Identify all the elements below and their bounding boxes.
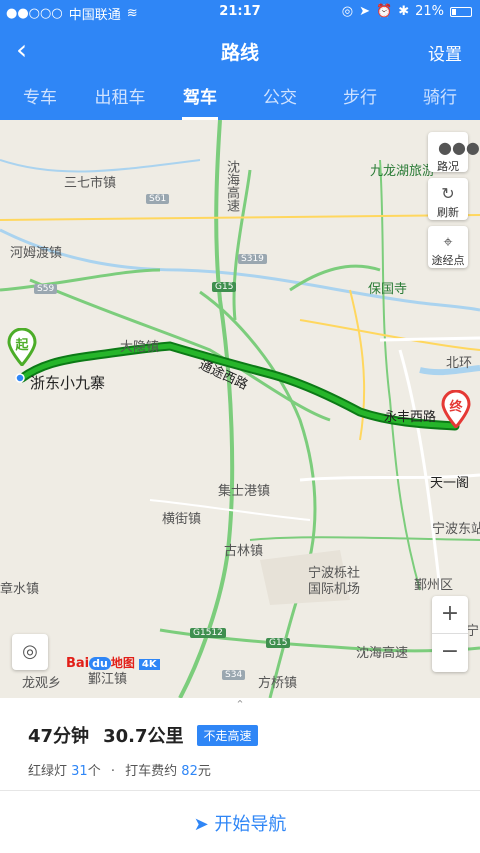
locate-button[interactable]: ◎ <box>12 634 48 670</box>
waypoint-button[interactable]: ⌖ 途经点 <box>428 226 468 268</box>
start-navigation-label: 开始导航 <box>214 814 287 835</box>
start-navigation-button[interactable]: ➤ 开始导航 <box>0 810 480 836</box>
transport-tabs: 专车 出租车 驾车 公交 步行 骑行 <box>0 78 480 120</box>
start-marker[interactable]: 起 <box>7 328 37 366</box>
battery-percent: 21% <box>415 4 444 19</box>
chevron-up-icon[interactable]: ⌃ <box>0 698 480 711</box>
end-marker[interactable]: 终 <box>441 390 471 428</box>
road-shield: G15 <box>212 282 237 292</box>
traffic-button[interactable]: ●●● 路况 <box>428 132 480 173</box>
lock-rotation-icon: ◎ <box>341 4 354 19</box>
map-label: 九龙湖旅游 <box>370 164 436 179</box>
route-summary: 47分钟 30.7公里 不走高速 <box>28 722 258 748</box>
location-pin-icon: ⌖ <box>443 232 453 251</box>
zoom-in-button[interactable]: + <box>432 596 468 634</box>
road <box>379 336 480 342</box>
tab-premium-car[interactable]: 专车 <box>0 78 80 120</box>
tab-taxi[interactable]: 出租车 <box>80 78 160 120</box>
map-label: 河姆渡镇 <box>10 246 63 261</box>
map-label: 章水镇 <box>0 582 40 597</box>
zoom-out-button[interactable]: − <box>432 634 468 672</box>
map-label: 龙观乡 <box>22 676 62 691</box>
map-label: 天一阁 <box>430 476 470 491</box>
map-label: 大隐镇 <box>120 340 160 355</box>
settings-button[interactable]: 设置 <box>428 40 462 65</box>
route-detail: 红绿灯 31个 · 打车费约 82元 <box>28 760 211 779</box>
alarm-icon: ⏰ <box>376 4 393 19</box>
taxi-fare-label: 打车费约 <box>125 764 178 779</box>
road-shield: G15 <box>266 638 291 648</box>
map-label: 宁波栎社国际机场 <box>308 566 361 597</box>
zoom-controls: + − <box>432 596 468 672</box>
map-label: 横街镇 <box>162 512 202 527</box>
map-label: 方桥镇 <box>258 676 298 691</box>
battery-icon <box>450 6 472 17</box>
tab-drive[interactable]: 驾车 <box>160 78 240 120</box>
route-summary-sheet[interactable]: ⌃ 47分钟 30.7公里 不走高速 红绿灯 31个 · 打车费约 82元 ➤ … <box>0 698 480 853</box>
road-shield: S34 <box>222 670 246 680</box>
baidu-map-logo: Bai du 地图 4K <box>66 654 160 671</box>
tab-transit[interactable]: 公交 <box>240 78 320 120</box>
status-bar: ●●○○○ 中国联通 ≋ 21:17 ◎ ➤ ⏰ ✱ 21% <box>0 0 480 24</box>
traffic-lights-unit: 个 <box>87 764 101 779</box>
route-distance: 30.7公里 <box>103 726 184 747</box>
traffic-light-icon: ●●● <box>438 138 480 157</box>
refresh-label: 刷新 <box>437 206 459 219</box>
taxi-fare-unit: 元 <box>197 764 211 779</box>
road <box>349 289 366 441</box>
logo-du: du <box>89 657 111 670</box>
map-label: 三七市镇 <box>64 176 117 191</box>
river <box>0 159 201 173</box>
tab-walk[interactable]: 步行 <box>320 78 400 120</box>
highway <box>249 536 480 541</box>
page-title: 路线 <box>220 42 259 64</box>
traffic-lights-label: 红绿灯 <box>28 764 68 779</box>
nav-bar: ‹ 路线 设置 <box>0 24 480 78</box>
route-tag: 不走高速 <box>197 724 258 746</box>
map-label: 北环 <box>446 356 473 371</box>
traffic-label: 路况 <box>437 160 459 173</box>
taxi-fare-value: 82 <box>181 764 198 779</box>
road-shield: G1512 <box>190 628 226 638</box>
road-shield: S319 <box>238 254 267 264</box>
end-marker-label: 终 <box>449 400 463 415</box>
route-map[interactable]: 三七市镇 沈海高速 九龙湖旅游 河姆渡镇 保国寺 大隐镇 浙东小九寨 通途西路 … <box>0 120 480 698</box>
navigation-arrow-icon: ➤ <box>193 814 209 835</box>
map-label: 古林镇 <box>224 544 264 559</box>
refresh-icon: ↻ <box>441 184 455 203</box>
highway <box>289 264 381 292</box>
highway <box>0 268 161 292</box>
location-arrow-icon: ➤ <box>359 4 370 19</box>
logo-bai: Bai <box>66 656 90 671</box>
road-shield: S61 <box>146 194 170 204</box>
tab-bike[interactable]: 骑行 <box>400 78 480 120</box>
map-label: 保国寺 <box>368 282 408 297</box>
logo-ditu: 地图 <box>110 656 135 670</box>
road-shield: S59 <box>34 284 58 294</box>
separator-dot: · <box>110 764 115 779</box>
map-label: 浙东小九寨 <box>30 374 106 392</box>
road <box>398 349 442 591</box>
route-duration: 47分钟 <box>28 726 90 747</box>
map-label: 宁波东站 <box>432 522 480 537</box>
road <box>299 319 480 351</box>
map-label: 沈海高速 <box>224 160 239 212</box>
start-marker-label: 起 <box>15 338 29 353</box>
crosshair-icon: ◎ <box>22 641 38 662</box>
start-dot <box>15 373 25 383</box>
bluetooth-icon: ✱ <box>398 4 410 19</box>
map-label: 永丰西路 <box>384 410 437 425</box>
map-label: 集士港镇 <box>218 484 271 499</box>
refresh-button[interactable]: ↻ 刷新 <box>428 178 468 220</box>
road <box>0 214 480 221</box>
highway <box>379 159 421 591</box>
map-label: 沈海高速 <box>356 646 409 661</box>
traffic-lights-count: 31 <box>71 764 88 779</box>
logo-4k: 4K <box>138 659 160 670</box>
map-label: 鄞州区 <box>414 578 454 593</box>
waypoint-label: 途经点 <box>431 254 465 267</box>
divider <box>0 790 480 791</box>
status-right: ◎ ➤ ⏰ ✱ 21% <box>342 4 472 19</box>
